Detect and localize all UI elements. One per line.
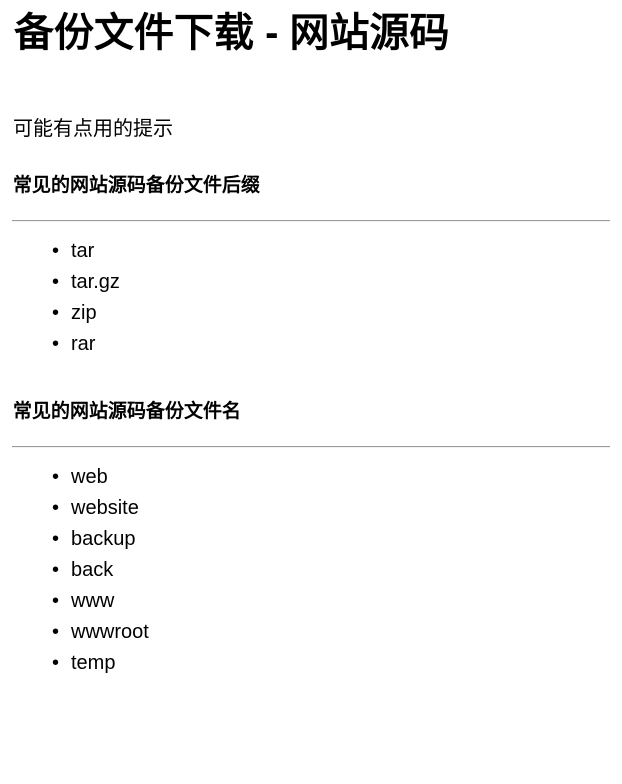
list-item-label: tar bbox=[71, 240, 95, 262]
section-divider bbox=[12, 220, 610, 222]
list-item-label: back bbox=[71, 559, 114, 581]
bullet-icon: • bbox=[52, 497, 60, 519]
bullet-icon: • bbox=[52, 271, 60, 293]
document-page: 备份文件下载 - 网站源码 可能有点用的提示 常见的网站源码备份文件后缀 • t… bbox=[0, 10, 622, 679]
file-name-list: • web • website • backup • back • www • … bbox=[12, 462, 610, 679]
bullet-icon: • bbox=[52, 240, 60, 262]
list-item: • tar bbox=[12, 236, 610, 267]
list-item-label: wwwroot bbox=[71, 621, 149, 643]
section-divider bbox=[12, 446, 610, 448]
section-file-extensions: 常见的网站源码备份文件后缀 • tar • tar.gz • zip • rar bbox=[12, 174, 610, 360]
list-item: • tar.gz bbox=[12, 267, 610, 298]
list-item-label: temp bbox=[71, 652, 116, 674]
list-item: • www bbox=[12, 586, 610, 617]
list-item-label: www bbox=[71, 590, 115, 612]
bullet-icon: • bbox=[52, 621, 60, 643]
list-item-label: zip bbox=[71, 302, 97, 324]
section-file-names: 常见的网站源码备份文件名 • web • website • backup • … bbox=[12, 400, 610, 679]
bullet-icon: • bbox=[52, 333, 60, 355]
list-item: • rar bbox=[12, 329, 610, 360]
section-heading-file-extensions: 常见的网站源码备份文件后缀 bbox=[13, 175, 261, 196]
list-item: • backup bbox=[12, 524, 610, 555]
list-item: • web bbox=[12, 462, 610, 493]
bullet-icon: • bbox=[52, 559, 60, 581]
bullet-icon: • bbox=[52, 466, 60, 488]
bullet-icon: • bbox=[52, 652, 60, 674]
bullet-icon: • bbox=[52, 302, 60, 324]
list-item-label: web bbox=[71, 466, 108, 488]
list-item: • wwwroot bbox=[12, 617, 610, 648]
list-item: • website bbox=[12, 493, 610, 524]
page-title: 备份文件下载 - 网站源码 bbox=[14, 11, 450, 55]
list-item-label: tar.gz bbox=[71, 271, 120, 293]
bullet-icon: • bbox=[52, 528, 60, 550]
list-item: • zip bbox=[12, 298, 610, 329]
list-item-label: backup bbox=[71, 528, 136, 550]
page-subtitle: 可能有点用的提示 bbox=[13, 118, 173, 140]
bullet-icon: • bbox=[52, 590, 60, 612]
section-heading-file-names: 常见的网站源码备份文件名 bbox=[13, 401, 242, 422]
file-extension-list: • tar • tar.gz • zip • rar bbox=[12, 236, 610, 360]
list-item: • temp bbox=[12, 648, 610, 679]
list-item-label: rar bbox=[71, 333, 96, 355]
list-item: • back bbox=[12, 555, 610, 586]
list-item-label: website bbox=[71, 497, 139, 519]
